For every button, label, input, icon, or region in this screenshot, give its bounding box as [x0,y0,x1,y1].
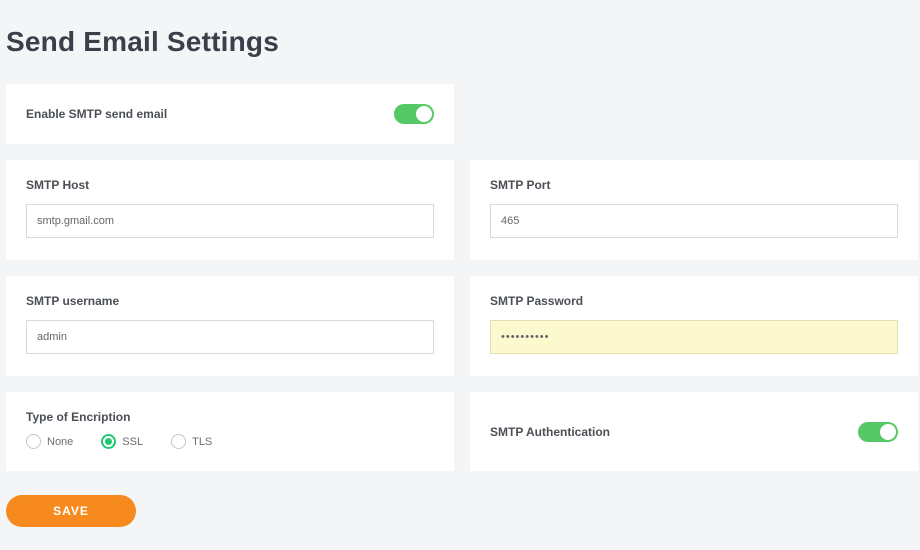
encryption-option-none-label: None [47,436,73,448]
card-smtp-port: SMTP Port [470,160,918,260]
save-button[interactable]: SAVE [6,495,136,527]
card-encryption: Type of Encription None SSL TLS [6,392,454,471]
card-smtp-username: SMTP username [6,276,454,376]
card-smtp-host: SMTP Host [6,160,454,260]
enable-smtp-toggle[interactable] [394,104,434,124]
encryption-option-ssl-label: SSL [122,436,143,448]
enable-smtp-label: Enable SMTP send email [26,107,167,121]
radio-icon [171,434,186,449]
card-enable-smtp: Enable SMTP send email [6,84,454,144]
encryption-option-ssl[interactable]: SSL [101,434,143,449]
smtp-username-label: SMTP username [26,294,434,308]
card-smtp-password: SMTP Password [470,276,918,376]
radio-icon [101,434,116,449]
smtp-port-label: SMTP Port [490,178,898,192]
smtp-auth-label: SMTP Authentication [490,425,610,439]
smtp-password-label: SMTP Password [490,294,898,308]
smtp-password-input[interactable] [490,320,898,354]
encryption-option-tls[interactable]: TLS [171,434,212,449]
encryption-label: Type of Encription [26,410,434,424]
card-smtp-auth: SMTP Authentication [470,392,918,471]
smtp-host-label: SMTP Host [26,178,434,192]
encryption-option-none[interactable]: None [26,434,73,449]
smtp-host-input[interactable] [26,204,434,238]
decorative-tab-outline [610,0,860,6]
smtp-auth-toggle[interactable] [858,422,898,442]
smtp-username-input[interactable] [26,320,434,354]
page-title: Send Email Settings [6,26,914,58]
smtp-port-input[interactable] [490,204,898,238]
encryption-radio-group: None SSL TLS [26,434,434,449]
encryption-option-tls-label: TLS [192,436,212,448]
radio-icon [26,434,41,449]
